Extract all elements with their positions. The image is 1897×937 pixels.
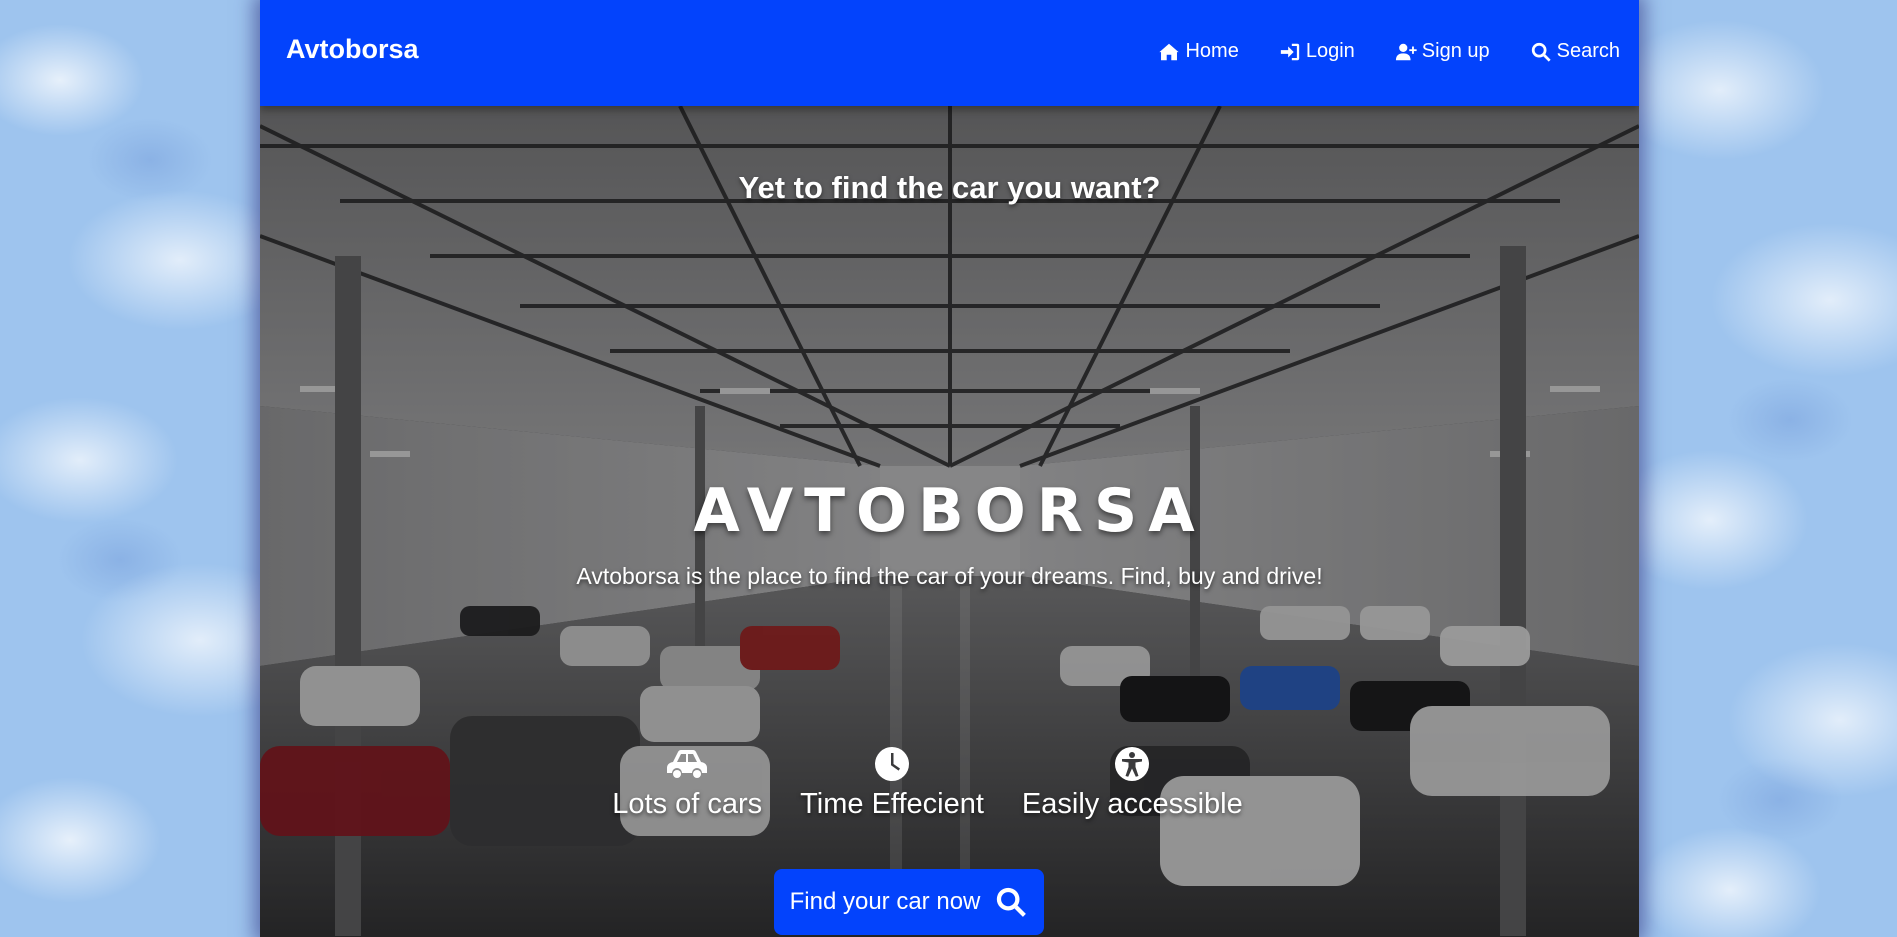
feature-time-efficient: Time Effecient bbox=[800, 746, 984, 821]
feature-easily-accessible: Easily accessible bbox=[1022, 746, 1243, 821]
feature-label: Easily accessible bbox=[1021, 788, 1243, 820]
nav-login-label: Login bbox=[1305, 40, 1355, 62]
page-container: Avtoborsa Home Login Sign up Search Yet … bbox=[260, 0, 1639, 937]
home-icon bbox=[1159, 43, 1180, 60]
brand-logo[interactable]: Avtoborsa bbox=[286, 34, 419, 65]
accessibility-icon bbox=[1110, 746, 1154, 782]
nav-signup-label: Sign up bbox=[1421, 40, 1490, 62]
feature-lots-of-cars: Lots of cars bbox=[612, 746, 762, 821]
user-plus-icon bbox=[1395, 43, 1417, 60]
feature-label: Time Effecient bbox=[800, 788, 984, 820]
hero-title: AVTOBORSA bbox=[693, 476, 1206, 546]
nav-home-label: Home bbox=[1185, 40, 1239, 62]
login-icon bbox=[1280, 43, 1300, 60]
hero-subtitle: Avtoborsa is the place to find the car o… bbox=[576, 563, 1323, 589]
nav-login-link[interactable]: Login bbox=[1279, 40, 1355, 63]
feature-label: Lots of cars bbox=[612, 788, 763, 820]
nav-home-link[interactable]: Home bbox=[1158, 40, 1239, 63]
navbar: Avtoborsa Home Login Sign up Search bbox=[260, 0, 1639, 106]
car-icon bbox=[665, 746, 709, 782]
find-car-button[interactable]: Find your car now bbox=[774, 869, 1044, 935]
nav-links: Home Login Sign up Search bbox=[1158, 40, 1620, 63]
clock-icon bbox=[870, 746, 914, 782]
search-icon bbox=[997, 887, 1027, 917]
nav-search-link[interactable]: Search bbox=[1530, 40, 1620, 63]
search-icon bbox=[1531, 42, 1551, 62]
hero-section: Yet to find the car you want? AVTOBORSA … bbox=[260, 106, 1639, 937]
nav-signup-link[interactable]: Sign up bbox=[1395, 40, 1490, 63]
features-row: Lots of cars Time Effecient Easily acces… bbox=[260, 746, 1617, 821]
nav-search-label: Search bbox=[1556, 40, 1620, 62]
find-car-button-label: Find your car now bbox=[789, 888, 981, 915]
hero-tagline: Yet to find the car you want? bbox=[738, 170, 1161, 205]
